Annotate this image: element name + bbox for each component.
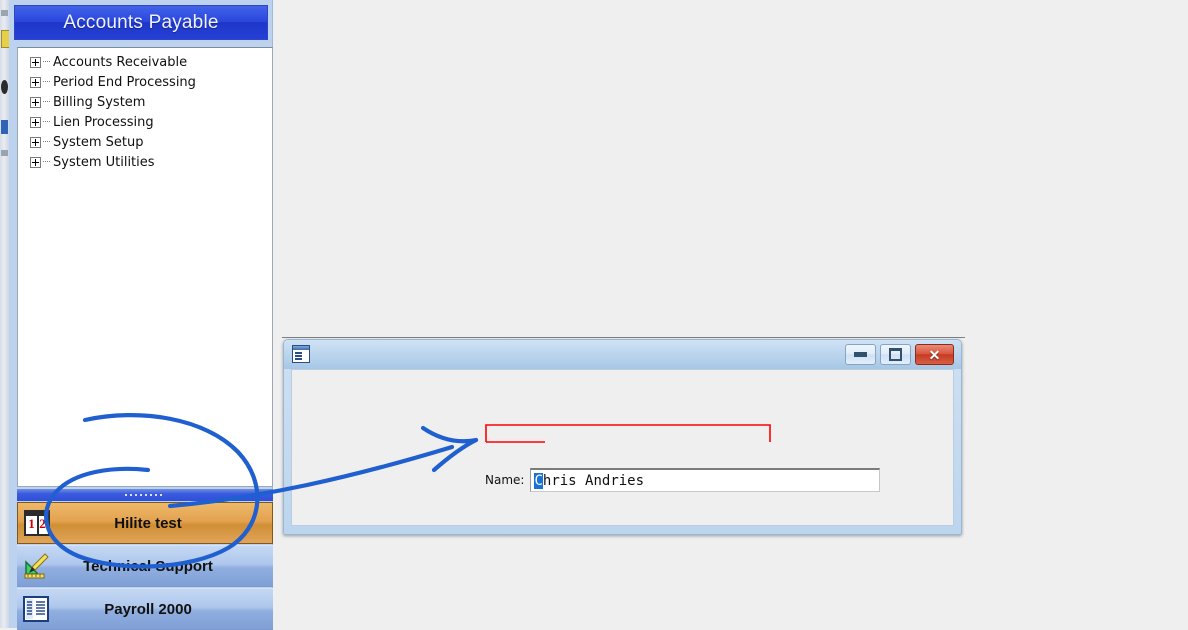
tree-connector-icon (43, 61, 50, 63)
sidebar-item-label: Hilite test (114, 514, 182, 532)
plus-icon[interactable] (30, 56, 41, 68)
tree-connector-icon (43, 101, 50, 103)
tree-item-label: Lien Processing (53, 114, 154, 130)
sidebar-item-technical-support[interactable]: Technical Support (17, 545, 273, 587)
child-dialog-window: ✕ Name: Chris Andries (282, 337, 965, 535)
drafting-tools-icon (23, 553, 49, 579)
sliver-chip-blue (1, 120, 8, 134)
sidebar-splitter[interactable] (17, 489, 273, 501)
sidebar-item-label: Technical Support (83, 557, 213, 575)
dialog-titlebar[interactable]: ✕ (284, 340, 961, 369)
minimize-button[interactable] (845, 344, 876, 365)
splitter-grip-icon (125, 494, 165, 496)
close-button[interactable]: ✕ (915, 344, 954, 365)
form-window-icon (292, 345, 310, 363)
plus-icon[interactable] (30, 116, 41, 128)
maximize-icon (889, 348, 902, 361)
sliver-chip-dark (1, 80, 8, 94)
list-document-icon (23, 596, 49, 622)
sliver-chip-yellow (1, 30, 9, 48)
tree-item-label: Accounts Receivable (53, 54, 188, 70)
tree-connector-icon (43, 161, 50, 163)
plus-icon[interactable] (30, 96, 41, 108)
dialog-client-area: Name: Chris Andries (291, 369, 954, 526)
tree-item-label: Billing System (53, 94, 146, 110)
plus-icon[interactable] (30, 136, 41, 148)
sliver-chip-gray2 (1, 10, 8, 16)
sidebar-header-title: Accounts Payable (63, 11, 219, 33)
tree-connector-icon (43, 81, 50, 83)
name-input-text: hris Andries (542, 472, 645, 489)
tree-item-period-end-processing[interactable]: Period End Processing (18, 72, 272, 92)
plus-icon[interactable] (30, 76, 41, 88)
tree-item-label: System Setup (53, 134, 144, 150)
tree-item-system-utilities[interactable]: System Utilities (18, 152, 272, 172)
sidebar-item-label: Payroll 2000 (104, 600, 192, 618)
plus-icon[interactable] (30, 156, 41, 168)
name-field-row: Name: Chris Andries (485, 468, 881, 492)
tree-item-accounts-receivable[interactable]: Accounts Receivable (18, 52, 272, 72)
tree-item-lien-processing[interactable]: Lien Processing (18, 112, 272, 132)
background-app-sliver (0, 0, 9, 628)
name-label: Name: (485, 473, 525, 487)
tree-connector-icon (43, 141, 50, 143)
tree-item-billing-system[interactable]: Billing System (18, 92, 272, 112)
sidebar-item-hilite-test[interactable]: 12 Hilite test (17, 502, 273, 544)
sidebar: Accounts Payable Accounts Receivable Per… (9, 0, 273, 630)
counter-1-2-icon: 12 (24, 510, 50, 536)
navigation-tree[interactable]: Accounts Receivable Period End Processin… (17, 47, 273, 487)
tree-item-system-setup[interactable]: System Setup (18, 132, 272, 152)
name-input-selected-char: C (534, 472, 543, 489)
name-input[interactable]: Chris Andries (530, 468, 881, 492)
tree-connector-icon (43, 121, 50, 123)
tree-item-label: Period End Processing (53, 74, 196, 90)
sidebar-item-payroll-2000[interactable]: Payroll 2000 (17, 588, 273, 630)
sliver-chip-gray (1, 150, 8, 156)
tree-item-label: System Utilities (53, 154, 155, 170)
minimize-icon (854, 352, 867, 357)
close-icon: ✕ (928, 346, 941, 363)
sidebar-header: Accounts Payable (14, 5, 268, 40)
maximize-button[interactable] (880, 344, 911, 365)
